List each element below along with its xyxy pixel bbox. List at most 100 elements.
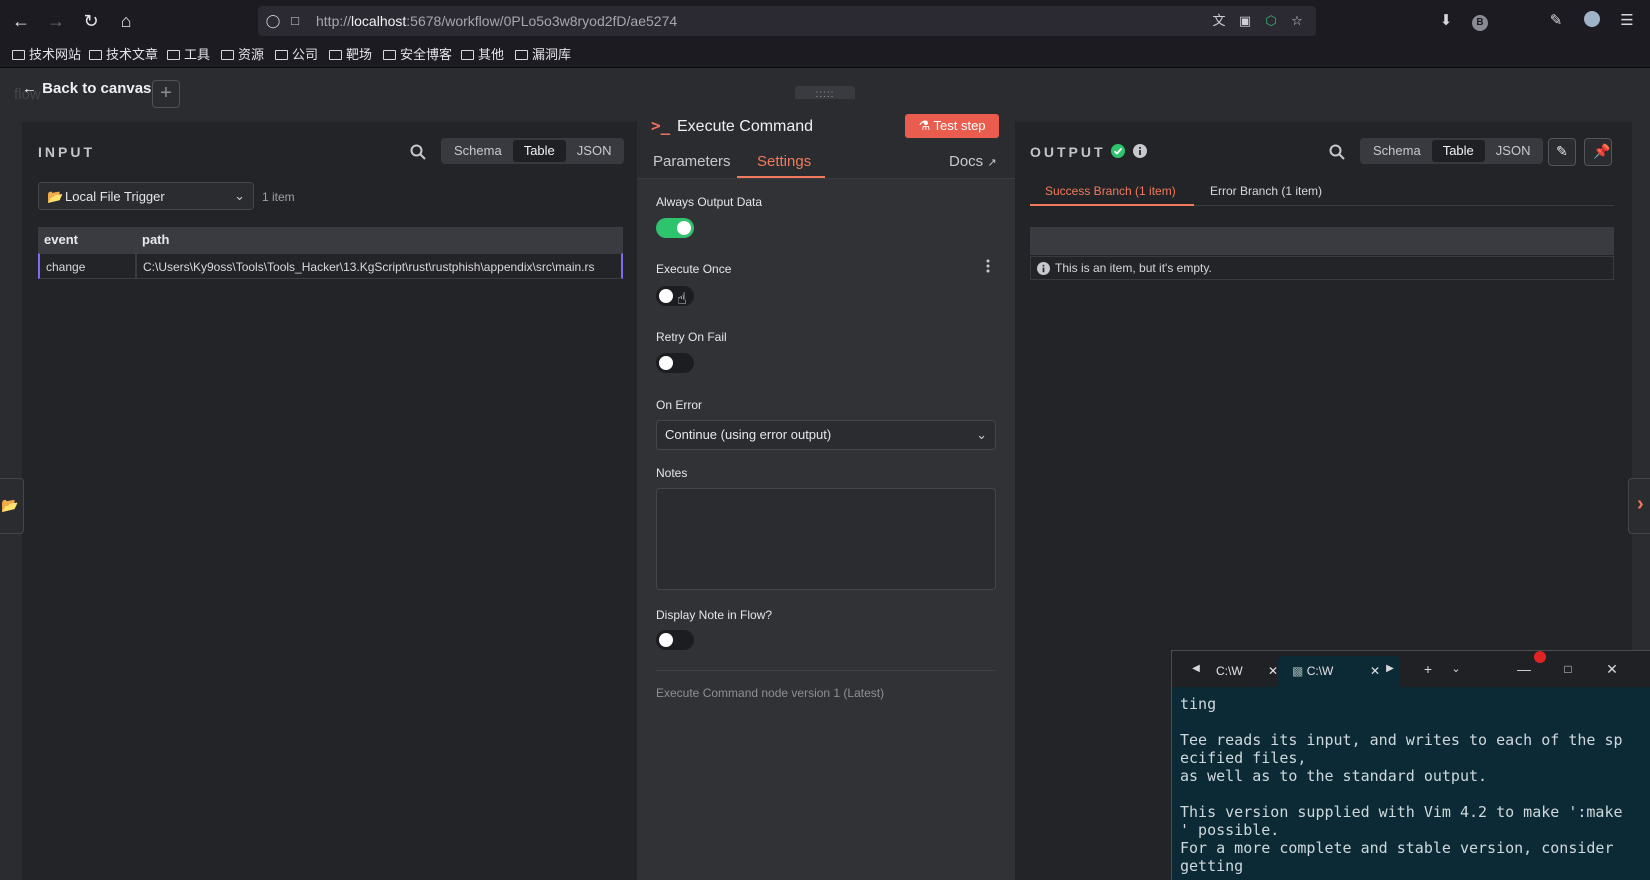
more-options-icon[interactable] xyxy=(986,259,990,273)
folder-icon xyxy=(167,50,180,60)
output-empty-row: This is an item, but it's empty. xyxy=(1030,256,1614,280)
maximize-icon[interactable]: □ xyxy=(1558,659,1578,679)
close-icon[interactable]: ✕ xyxy=(1268,656,1278,687)
scroll-tabs-left-icon[interactable]: ◀ xyxy=(1186,659,1206,679)
input-panel-label: INPUT xyxy=(38,144,95,160)
shield-icon: ◯ xyxy=(265,13,281,28)
close-icon[interactable]: ✕ xyxy=(1370,656,1380,687)
bookmark-folder[interactable]: 其他 xyxy=(461,46,504,64)
terminal-tab-bar: ◀ C:\W ✕ ▩ C:\W ✕ ▶ + ⌄ — □ ✕ xyxy=(1172,651,1650,687)
output-table-header xyxy=(1030,227,1614,255)
extension-hex-icon[interactable]: ⬡ xyxy=(1262,13,1280,29)
chevron-down-icon: ⌄ xyxy=(976,427,987,442)
download-icon[interactable]: ⬇ xyxy=(1436,11,1456,31)
pin-icon: 📌 xyxy=(1593,143,1611,159)
output-view-table[interactable]: Table xyxy=(1431,140,1485,162)
tab-settings[interactable]: Settings xyxy=(757,153,811,170)
notes-textarea[interactable] xyxy=(656,488,996,590)
info-icon xyxy=(1037,262,1050,275)
home-icon[interactable]: ⌂ xyxy=(115,10,137,32)
bookmark-folder[interactable]: 安全博客 xyxy=(383,46,452,64)
folder-icon xyxy=(275,50,288,60)
input-side-toggle[interactable]: 📂 xyxy=(0,478,24,534)
chevron-down-icon: ⌄ xyxy=(234,188,245,203)
bookmark-star-icon[interactable]: ☆ xyxy=(1288,13,1306,29)
bookmark-folder[interactable]: 公司 xyxy=(275,46,318,64)
translate-page-icon[interactable]: ▣ xyxy=(1236,13,1254,29)
input-view-table[interactable]: Table xyxy=(512,140,566,162)
cell-event[interactable]: change xyxy=(38,253,136,279)
node-settings-panel: >_ Execute Command ⚗ Test step Parameter… xyxy=(637,99,1015,880)
page-icon: □ xyxy=(291,13,299,28)
translate-icon[interactable]: 文 xyxy=(1210,13,1228,29)
tab-error-branch[interactable]: Error Branch (1 item) xyxy=(1210,184,1322,198)
terminal-prompt-icon: >_ xyxy=(651,116,671,135)
output-view-json[interactable]: JSON xyxy=(1485,140,1542,162)
node-title[interactable]: Execute Command xyxy=(677,118,813,136)
bookmark-folder[interactable]: 漏洞库 xyxy=(515,46,571,64)
menu-icon[interactable]: ☰ xyxy=(1617,11,1637,31)
always-output-label: Always Output Data xyxy=(656,195,763,209)
input-source-select[interactable]: 📂 Local File Trigger ⌄ xyxy=(38,182,254,210)
execute-once-toggle[interactable] xyxy=(656,286,694,306)
extensions-icon[interactable]: ✎ xyxy=(1546,11,1566,31)
retry-on-fail-label: Retry On Fail xyxy=(656,330,727,344)
cell-path[interactable]: C:\Users\Ky9oss\Tools\Tools_Hacker\13.Kg… xyxy=(136,253,623,279)
scroll-tabs-right-icon[interactable]: ▶ xyxy=(1380,659,1400,679)
chevron-down-icon[interactable]: ⌄ xyxy=(1446,659,1466,679)
url-text[interactable]: http://localhost:5678/workflow/0PLo5o3w8… xyxy=(316,13,677,29)
node-version-note: Execute Command node version 1 (Latest) xyxy=(656,686,885,700)
search-icon[interactable] xyxy=(1329,144,1345,160)
docs-link[interactable]: Docs ↗ xyxy=(949,153,997,170)
input-item-count: 1 item xyxy=(262,190,295,204)
info-icon[interactable] xyxy=(1133,144,1147,158)
edit-output-button[interactable]: ✎ xyxy=(1548,138,1576,166)
display-note-toggle[interactable] xyxy=(656,630,694,650)
bookmark-folder[interactable]: 技术文章 xyxy=(89,46,158,64)
column-header-path: path xyxy=(136,227,623,253)
retry-on-fail-toggle[interactable] xyxy=(656,353,694,373)
add-node-button[interactable]: + xyxy=(152,80,180,108)
bookmarks-bar: 技术网站 技术文章 工具 资源 公司 靶场 安全博客 其他 漏洞库 xyxy=(0,42,1650,68)
profile-b-icon[interactable]: B xyxy=(1470,11,1490,31)
mouse-cursor-icon: ☝ xyxy=(677,291,687,308)
output-side-toggle[interactable]: › xyxy=(1628,478,1650,534)
on-error-select[interactable]: Continue (using error output) ⌄ xyxy=(656,420,996,450)
minimize-icon[interactable]: — xyxy=(1514,659,1534,679)
back-to-canvas-link[interactable]: ← Back to canvas xyxy=(22,80,151,97)
back-arrow-icon[interactable]: ← xyxy=(10,10,32,32)
always-output-toggle[interactable] xyxy=(656,218,694,238)
browser-toolbar: ← → ↻ ⌂ ◯ □ http://localhost:5678/workfl… xyxy=(0,0,1650,42)
test-step-button[interactable]: ⚗ Test step xyxy=(905,114,999,138)
active-branch-indicator xyxy=(1030,204,1194,206)
tab-parameters[interactable]: Parameters xyxy=(653,153,731,170)
close-window-icon[interactable]: ✕ xyxy=(1602,659,1622,679)
bookmark-folder[interactable]: 靶场 xyxy=(329,46,372,64)
account-avatar-icon[interactable] xyxy=(1582,11,1602,31)
output-view-schema[interactable]: Schema xyxy=(1362,140,1432,162)
folder-icon xyxy=(461,50,474,60)
node-header: >_ Execute Command ⚗ Test step Parameter… xyxy=(637,99,1015,179)
bookmark-folder[interactable]: 工具 xyxy=(167,46,210,64)
input-view-json[interactable]: JSON xyxy=(566,140,623,162)
forward-arrow-icon[interactable]: → xyxy=(45,10,67,32)
url-bar[interactable]: ◯ □ http://localhost:5678/workflow/0PLo5… xyxy=(258,6,1316,36)
flask-icon: ⚗ xyxy=(918,118,931,133)
display-note-label: Display Note in Flow? xyxy=(656,608,773,622)
terminal-output: ting Tee reads its input, and writes to … xyxy=(1180,695,1623,875)
new-tab-icon[interactable]: + xyxy=(1418,659,1438,679)
folder-icon xyxy=(383,50,396,60)
pin-data-button[interactable]: 📌 xyxy=(1584,138,1612,166)
column-header-event: event xyxy=(38,227,136,253)
success-check-icon xyxy=(1111,144,1125,158)
notification-badge-icon xyxy=(1534,651,1546,663)
input-view-switcher: Schema Table JSON xyxy=(441,138,625,164)
active-tab-indicator xyxy=(737,176,825,178)
reload-icon[interactable]: ↻ xyxy=(80,10,102,32)
bookmark-folder[interactable]: 技术网站 xyxy=(12,46,81,64)
output-panel-label: OUTPUT xyxy=(1030,144,1106,160)
input-view-schema[interactable]: Schema xyxy=(443,140,513,162)
search-icon[interactable] xyxy=(410,144,426,160)
bookmark-folder[interactable]: 资源 xyxy=(221,46,264,64)
tab-success-branch[interactable]: Success Branch (1 item) xyxy=(1045,184,1176,198)
